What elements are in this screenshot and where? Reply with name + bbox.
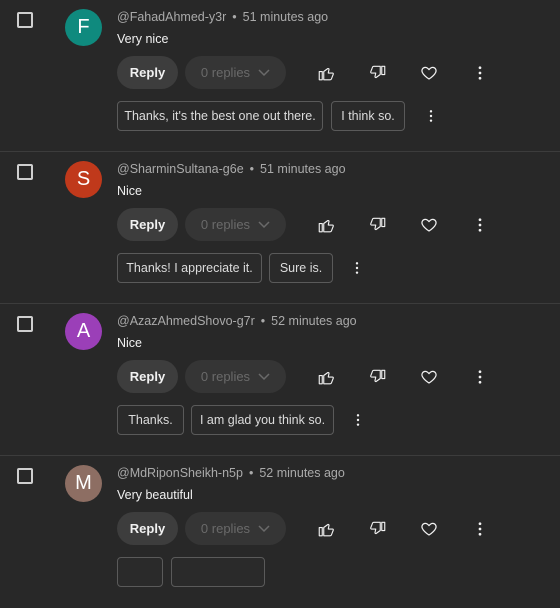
replies-count: 0 replies	[200, 369, 251, 384]
comment-meta: @MdRiponSheikh-n5p • 52 minutes ago	[117, 466, 345, 480]
comment-item: F @FahadAhmed-y3r • 51 minutes ago Very ni…	[0, 0, 560, 152]
more-vert-icon[interactable]	[470, 63, 490, 83]
heart-icon[interactable]	[419, 519, 439, 539]
suggested-reply-chip[interactable]	[117, 557, 163, 587]
thumbs-up-icon[interactable]	[316, 519, 336, 539]
comment-item: M @MdRiponSheikh-n5p • 52 minutes ago Very…	[0, 456, 560, 608]
replies-dropdown[interactable]: 0 replies	[185, 208, 286, 241]
timestamp[interactable]: 51 minutes ago	[243, 10, 328, 24]
chevron-down-icon	[258, 68, 270, 76]
more-vert-icon[interactable]	[470, 367, 490, 387]
timestamp[interactable]: 51 minutes ago	[260, 162, 345, 176]
chevron-down-icon	[258, 220, 270, 228]
more-vert-icon[interactable]	[423, 108, 439, 124]
select-checkbox[interactable]	[17, 468, 33, 484]
author-name[interactable]: @MdRiponSheikh-n5p	[117, 466, 243, 480]
author-name[interactable]: @SharminSultana-g6e	[117, 162, 244, 176]
comment-meta: @SharminSultana-g6e • 51 minutes ago	[117, 162, 346, 176]
suggested-reply-chip[interactable]	[171, 557, 265, 587]
replies-dropdown[interactable]: 0 replies	[185, 512, 286, 545]
author-name[interactable]: @AzazAhmedShovo-g7r	[117, 314, 255, 328]
replies-dropdown[interactable]: 0 replies	[185, 360, 286, 393]
chevron-down-icon	[258, 372, 270, 380]
suggested-reply-chip[interactable]: Thanks! I appreciate it.	[117, 253, 262, 283]
thumbs-down-icon[interactable]	[368, 63, 388, 83]
reply-button[interactable]: Reply	[117, 360, 178, 393]
suggested-reply-chip[interactable]: Thanks.	[117, 405, 184, 435]
comment-meta: @AzazAhmedShovo-g7r • 52 minutes ago	[117, 314, 357, 328]
comment-text: Nice	[117, 184, 143, 198]
heart-icon[interactable]	[419, 63, 439, 83]
suggested-reply-chip[interactable]: I think so.	[331, 101, 405, 131]
thumbs-down-icon[interactable]	[368, 215, 388, 235]
separator-dot: •	[249, 162, 255, 176]
comment-item: A @AzazAhmedShovo-g7r • 52 minutes ago Nic…	[0, 304, 560, 456]
replies-count: 0 replies	[200, 521, 251, 536]
author-name[interactable]: @FahadAhmed-y3r	[117, 10, 226, 24]
thumbs-up-icon[interactable]	[316, 367, 336, 387]
select-checkbox[interactable]	[17, 164, 33, 180]
avatar[interactable]: F	[65, 9, 102, 46]
comment-meta: @FahadAhmed-y3r • 51 minutes ago	[117, 10, 328, 24]
more-vert-icon[interactable]	[350, 412, 366, 428]
chevron-down-icon	[258, 524, 270, 532]
replies-count: 0 replies	[200, 65, 251, 80]
replies-count: 0 replies	[200, 217, 251, 232]
more-vert-icon[interactable]	[349, 260, 365, 276]
replies-dropdown[interactable]: 0 replies	[185, 56, 286, 89]
separator-dot: •	[260, 314, 266, 328]
separator-dot: •	[232, 10, 237, 24]
comment-text: Very beautiful	[117, 488, 193, 502]
thumbs-up-icon[interactable]	[316, 63, 336, 83]
suggested-reply-chip[interactable]: I am glad you think so.	[191, 405, 334, 435]
more-vert-icon[interactable]	[470, 215, 490, 235]
more-vert-icon[interactable]	[470, 519, 490, 539]
select-checkbox[interactable]	[17, 12, 33, 28]
timestamp[interactable]: 52 minutes ago	[259, 466, 344, 480]
suggested-reply-chip[interactable]: Thanks, it's the best one out there.	[117, 101, 323, 131]
comment-text: Very nice	[117, 32, 169, 46]
avatar[interactable]: M	[65, 465, 102, 502]
reply-button[interactable]: Reply	[117, 512, 178, 545]
reply-button[interactable]: Reply	[117, 56, 178, 89]
separator-dot: •	[248, 466, 254, 480]
timestamp[interactable]: 52 minutes ago	[271, 314, 356, 328]
heart-icon[interactable]	[419, 367, 439, 387]
reply-button[interactable]: Reply	[117, 208, 178, 241]
thumbs-down-icon[interactable]	[368, 367, 388, 387]
suggested-reply-chip[interactable]: Sure is.	[269, 253, 333, 283]
comment-item: S @SharminSultana-g6e • 51 minutes ago Nic…	[0, 152, 560, 304]
thumbs-up-icon[interactable]	[316, 215, 336, 235]
avatar[interactable]: S	[65, 161, 102, 198]
avatar[interactable]: A	[65, 313, 102, 350]
select-checkbox[interactable]	[17, 316, 33, 332]
heart-icon[interactable]	[419, 215, 439, 235]
comment-text: Nice	[117, 336, 143, 350]
thumbs-down-icon[interactable]	[368, 519, 388, 539]
